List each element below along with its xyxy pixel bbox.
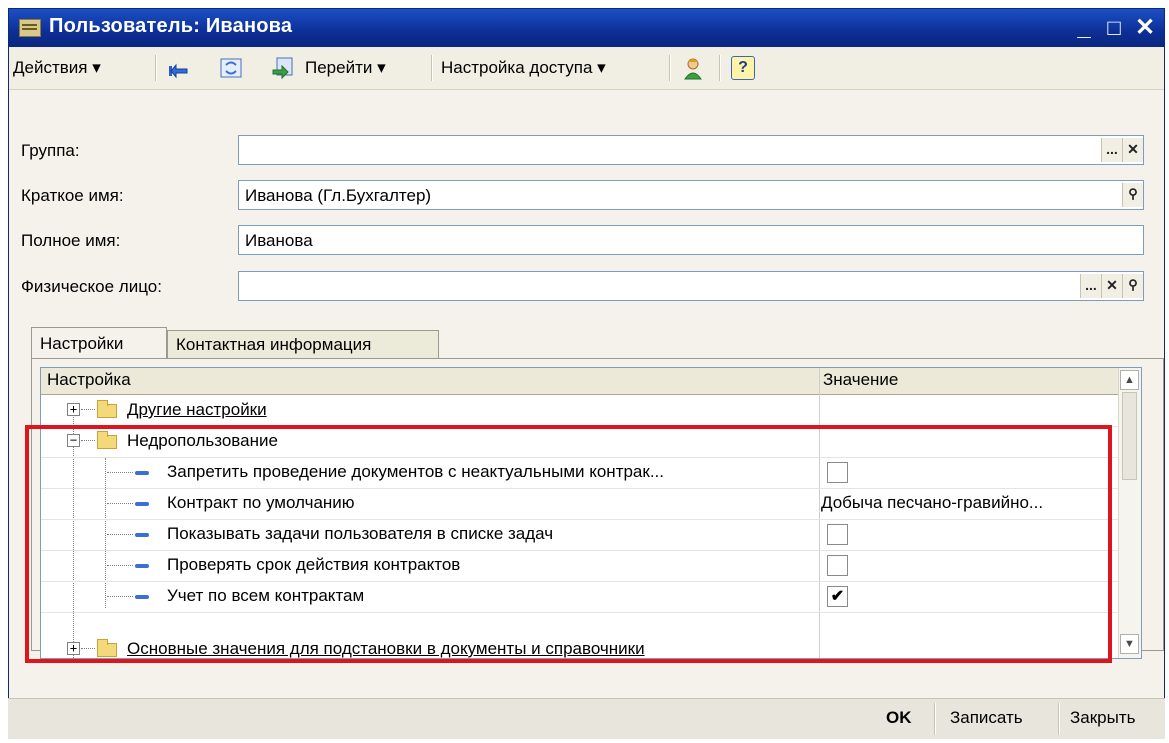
- goto-icon[interactable]: [271, 56, 295, 80]
- user-icon[interactable]: [681, 56, 705, 80]
- highlight-frame: [25, 425, 1112, 663]
- window-title: Пользователь: Иванова: [49, 15, 293, 37]
- scroll-thumb[interactable]: [1122, 392, 1137, 480]
- minimize-button[interactable]: _: [1068, 13, 1100, 43]
- group-select-button[interactable]: ...: [1101, 138, 1122, 162]
- group-field[interactable]: ... ✕: [238, 135, 1144, 165]
- catalog-icon: [19, 19, 41, 37]
- save-button[interactable]: Записать: [950, 708, 1023, 728]
- vertical-scrollbar[interactable]: ▲ ▼: [1118, 368, 1141, 658]
- column-header-value[interactable]: Значение: [823, 370, 898, 390]
- maximize-button[interactable]: □: [1098, 13, 1130, 43]
- full-name-value: Иванова: [245, 231, 313, 250]
- ok-button[interactable]: OK: [886, 708, 912, 728]
- bottom-button-bar: OK Записать Закрыть: [8, 698, 1165, 739]
- expand-icon[interactable]: +: [67, 403, 80, 416]
- tab-contact-info[interactable]: Контактная информация: [167, 330, 439, 359]
- short-name-value: Иванова (Гл.Бухгалтер): [245, 186, 432, 205]
- short-name-label: Краткое имя:: [21, 186, 124, 205]
- row-label: Другие настройки: [127, 400, 267, 419]
- close-button[interactable]: Закрыть: [1070, 708, 1135, 728]
- toolbar: Действия ▾ Перейти ▾ Настройка доступа ▾…: [9, 47, 1164, 90]
- person-select-button[interactable]: ...: [1080, 274, 1101, 298]
- scroll-up-icon[interactable]: ▲: [1120, 370, 1139, 390]
- search-icon[interactable]: ⚲: [1122, 274, 1143, 298]
- folder-icon: [97, 400, 117, 418]
- table-header: Настройка Значение: [41, 368, 1119, 395]
- scroll-down-icon[interactable]: ▼: [1120, 634, 1139, 654]
- close-window-button[interactable]: ✕: [1129, 13, 1161, 43]
- tree-row-other-settings[interactable]: + Другие настройки: [41, 395, 1119, 427]
- group-label: Группа:: [21, 141, 80, 160]
- search-icon[interactable]: ⚲: [1122, 183, 1143, 207]
- person-clear-button[interactable]: ✕: [1101, 274, 1122, 298]
- short-name-field[interactable]: Иванова (Гл.Бухгалтер) ⚲: [238, 180, 1144, 210]
- help-button[interactable]: ?: [731, 56, 755, 80]
- back-arrow-icon[interactable]: [167, 56, 191, 80]
- full-name-label: Полное имя:: [21, 231, 121, 250]
- person-field[interactable]: ... ✕ ⚲: [238, 271, 1144, 301]
- goto-menu[interactable]: Перейти ▾: [305, 53, 386, 83]
- title-bar[interactable]: Пользователь: Иванова _ □ ✕: [9, 9, 1164, 47]
- person-label: Физическое лицо:: [21, 277, 162, 296]
- full-name-field[interactable]: Иванова: [238, 225, 1144, 255]
- group-clear-button[interactable]: ✕: [1122, 138, 1143, 162]
- tab-settings[interactable]: Настройки: [31, 327, 167, 359]
- access-settings-menu[interactable]: Настройка доступа ▾: [441, 53, 606, 83]
- column-header-setting[interactable]: Настройка: [47, 370, 131, 390]
- actions-menu[interactable]: Действия ▾: [13, 53, 101, 83]
- refresh-icon[interactable]: [219, 56, 243, 80]
